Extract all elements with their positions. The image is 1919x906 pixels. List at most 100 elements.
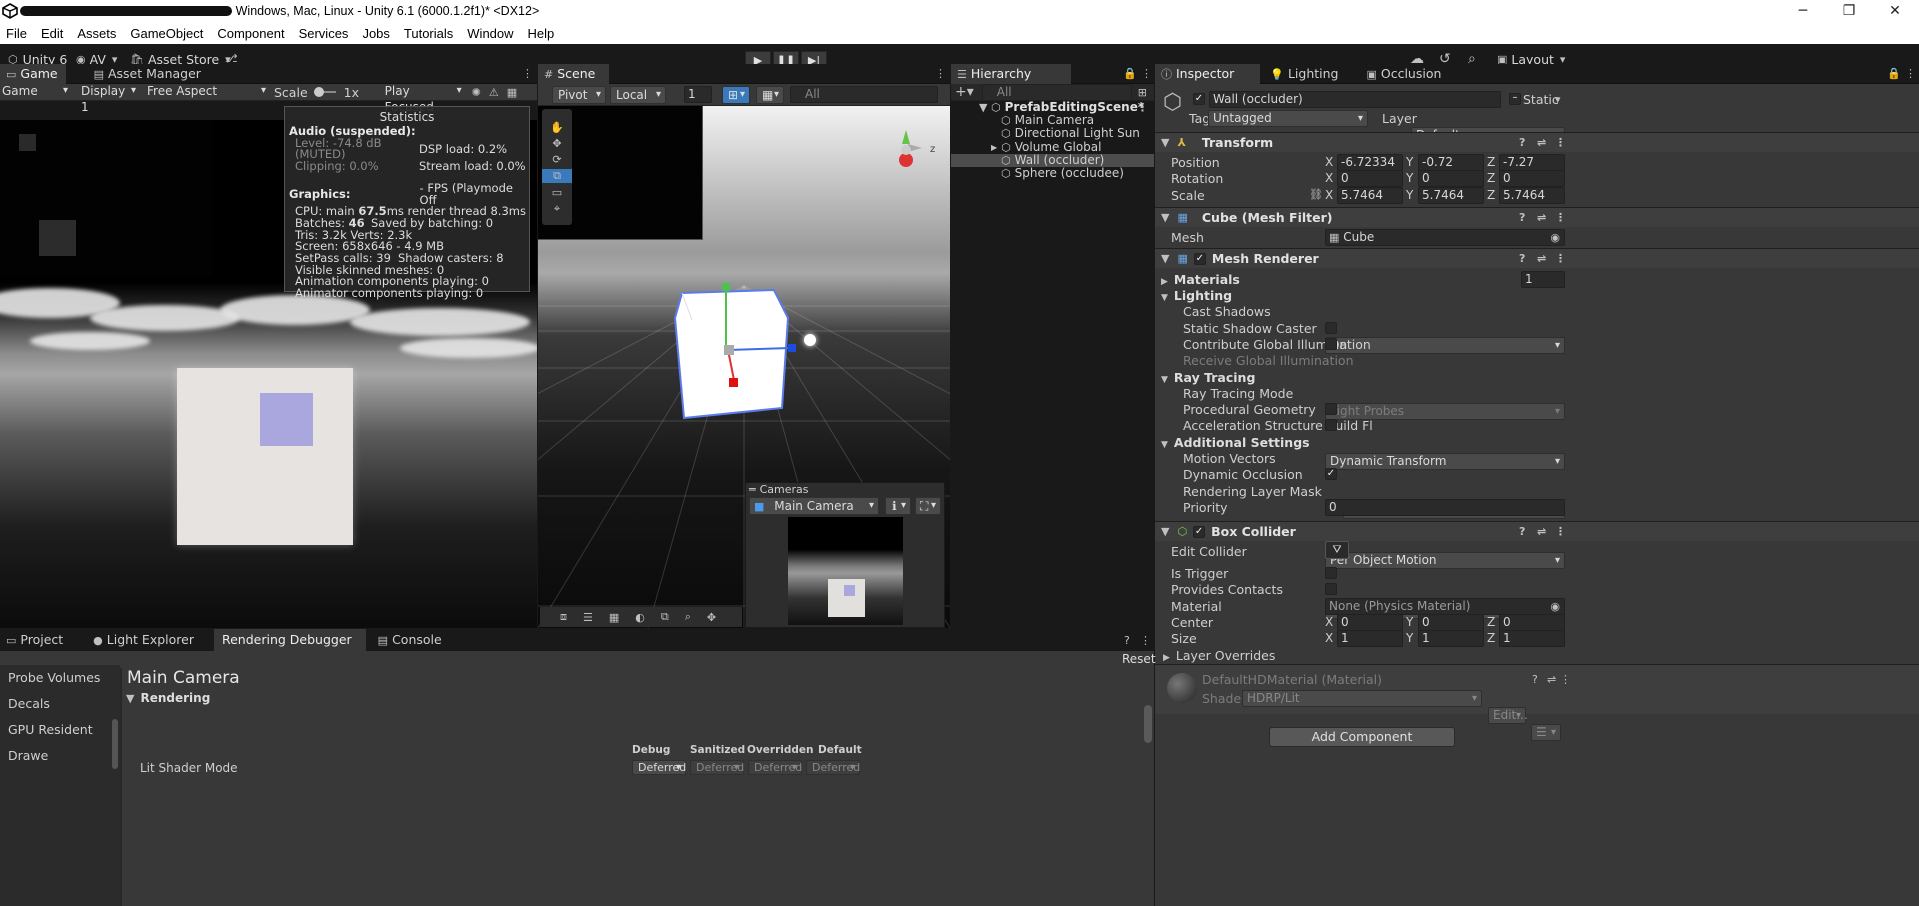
is-trigger-checkbox[interactable] [1325, 567, 1337, 579]
orientation-gizmo[interactable]: z [878, 120, 942, 186]
rotation-z-field[interactable]: 0 [1499, 170, 1565, 187]
preset-icon[interactable]: ⇌ [1537, 522, 1546, 542]
filter-icon[interactable]: ⊞ [1138, 86, 1147, 99]
scale-slider[interactable] [313, 87, 336, 97]
pivot-dropdown[interactable]: Pivot [552, 85, 606, 104]
transform-header[interactable]: ▼ ⅄ Transform ? ⇌ ⋮ [1155, 132, 1919, 152]
game-view-mode-dropdown[interactable]: Game [0, 83, 72, 101]
shader-edit-button[interactable]: Edit... [1488, 707, 1528, 724]
tab-rendering-debugger[interactable]: Rendering Debugger [213, 629, 366, 651]
menu-edit[interactable]: Edit [38, 26, 66, 41]
hierarchy-scene-row[interactable]: ▼ ⬡ PrefabEditingScene* ⋮ [951, 101, 1154, 115]
foldout-arrow-icon[interactable]: ▼ [1161, 522, 1169, 542]
effects-icon[interactable]: ⧉ [661, 610, 669, 624]
snap-toggle[interactable]: ⊞ [722, 85, 750, 104]
scale-tool-icon[interactable]: ⧉ [542, 169, 572, 183]
hand-tool-icon[interactable]: ✋ [542, 121, 572, 134]
help-icon[interactable]: ? [1519, 133, 1525, 153]
lit-shader-debug-dropdown[interactable]: Deferred [632, 760, 686, 775]
expand-arrow-icon[interactable]: ▼ [979, 101, 987, 114]
mute-audio-icon[interactable]: ⚠ [489, 86, 499, 99]
camera-select-dropdown[interactable]: ■ Main Camera [749, 497, 879, 515]
sidebar-item-decals[interactable]: Decals [0, 691, 120, 717]
menu-services[interactable]: Services [296, 26, 352, 41]
expand-arrow-icon[interactable]: ▶ [991, 141, 997, 154]
tab-lighting[interactable]: 💡 Lighting [1264, 64, 1356, 84]
tab-inspector[interactable]: ⓘ Inspector [1155, 64, 1261, 84]
foldout-arrow-icon[interactable]: ▼ [1161, 133, 1169, 153]
additional-settings-foldout[interactable]: ▼ Additional Settings [1161, 435, 1310, 450]
preset-icon[interactable]: ⇌ [1537, 133, 1546, 153]
tab-light-explorer[interactable]: ● Light Explorer [81, 629, 214, 651]
help-icon[interactable]: ? [1519, 522, 1525, 542]
mesh-filter-header[interactable]: ▼ ▦ Cube (Mesh Filter) ? ⇌ ⋮ [1155, 207, 1919, 227]
layer-overrides-foldout[interactable]: ▶ Layer Overrides [1163, 648, 1275, 663]
rendering-foldout[interactable]: ▼ Rendering [122, 691, 1154, 705]
hierarchy-item-selected[interactable]: ⬡ Wall (occluder) [951, 153, 1154, 167]
rotation-x-field[interactable]: 0 [1337, 170, 1403, 187]
size-y-field[interactable]: 1 [1418, 630, 1484, 647]
hierarchy-item[interactable]: ⬡ Directional Light Sun [951, 127, 1154, 141]
add-object-button[interactable]: +▾ [955, 84, 974, 100]
transform-tool-icon[interactable]: ⌖ [542, 202, 572, 216]
position-x-field[interactable]: -6.72334 [1337, 154, 1403, 171]
sidebar-scrollbar[interactable] [112, 719, 118, 769]
tab-game[interactable]: ▭ Game [0, 64, 66, 84]
panel-menu-icon[interactable]: ⋮ [1140, 634, 1151, 647]
preset-icon[interactable]: ⇌ [1547, 673, 1556, 686]
object-picker-icon[interactable]: ◉ [1550, 230, 1560, 245]
tab-asset-manager[interactable]: ▤ Asset Manager [70, 64, 209, 84]
shading-mode-icon[interactable]: ⧈ [560, 610, 567, 624]
contribute-gi-checkbox[interactable] [1325, 338, 1337, 350]
wireframe-icon[interactable]: ▦ [609, 611, 619, 624]
hierarchy-item[interactable]: ⬡ Sphere (occludee) [951, 167, 1154, 181]
foldout-arrow-icon[interactable]: ▼ [1161, 208, 1169, 228]
dynamic-occlusion-checkbox[interactable]: ✓ [1325, 468, 1337, 480]
scene-viewport[interactable]: ✋ ✥ ⟳ ⧉ ▭ ⌖ z ═Cameras ■ Main Camera ℹ ⛶ [538, 106, 950, 628]
priority-field[interactable]: 0 [1325, 499, 1565, 516]
box-collider-enabled-checkbox[interactable]: ✓ [1193, 525, 1206, 538]
menu-component[interactable]: Component [214, 26, 287, 41]
size-x-field[interactable]: 1 [1337, 630, 1403, 647]
component-menu-icon[interactable]: ⋮ [1555, 249, 1566, 269]
selected-cube[interactable] [670, 278, 810, 426]
position-y-field[interactable]: -0.72 [1418, 154, 1484, 171]
lock-icon[interactable]: 🔒 [1123, 67, 1137, 80]
static-checkbox[interactable]: – [1509, 93, 1521, 105]
edit-collider-button[interactable]: ⛛ [1325, 541, 1349, 559]
size-z-field[interactable]: 1 [1499, 630, 1565, 647]
center-z-field[interactable]: 0 [1499, 614, 1565, 631]
object-name-field[interactable]: Wall (occluder) [1209, 91, 1501, 108]
lock-icon[interactable]: 🔒 [1887, 67, 1901, 80]
mesh-field[interactable]: ▦ Cube ◉ [1325, 229, 1565, 246]
menu-tutorials[interactable]: Tutorials [401, 26, 456, 41]
maximize-button[interactable]: ❐ [1826, 0, 1872, 23]
active-checkbox[interactable]: ✓ [1193, 93, 1205, 105]
position-z-field[interactable]: -7.27 [1499, 154, 1565, 171]
move-tool-icon[interactable]: ✥ [542, 137, 572, 150]
menu-file[interactable]: File [3, 26, 30, 41]
help-icon[interactable]: ? [1519, 249, 1525, 269]
help-icon[interactable]: ? [1532, 673, 1538, 686]
reset-button[interactable]: Reset [1122, 652, 1156, 666]
menu-jobs[interactable]: Jobs [359, 26, 392, 41]
materials-foldout[interactable]: ▶ Materials [1161, 272, 1240, 287]
gizmos-icon[interactable]: ✥ [707, 611, 716, 624]
menu-help[interactable]: Help [525, 26, 558, 41]
ray-tracing-mode-dropdown[interactable]: Dynamic Transform [1325, 453, 1565, 470]
hierarchy-item[interactable]: ⬡ Main Camera [951, 114, 1154, 128]
camera-info-button[interactable]: ℹ [885, 497, 911, 515]
hierarchy-search-input[interactable]: All [981, 83, 1132, 101]
local-dropdown[interactable]: Local [610, 85, 666, 104]
scale-slider-thumb[interactable] [313, 87, 324, 97]
procedural-geometry-checkbox[interactable] [1325, 403, 1337, 415]
component-menu-icon[interactable]: ⋮ [1560, 673, 1571, 686]
panel-menu-icon[interactable]: ⋮ [1141, 67, 1152, 80]
panel-menu-icon[interactable]: ⋮ [522, 64, 533, 84]
camera-options-button[interactable]: ⛶ [915, 497, 941, 515]
shader-dropdown[interactable]: HDRP/Lit [1242, 690, 1482, 707]
component-menu-icon[interactable]: ⋮ [1555, 522, 1566, 542]
constrain-proportions-icon[interactable]: ⛓ [1309, 188, 1323, 201]
tab-project[interactable]: ▭ Project [0, 629, 81, 651]
preset-icon[interactable]: ⇌ [1537, 208, 1546, 228]
